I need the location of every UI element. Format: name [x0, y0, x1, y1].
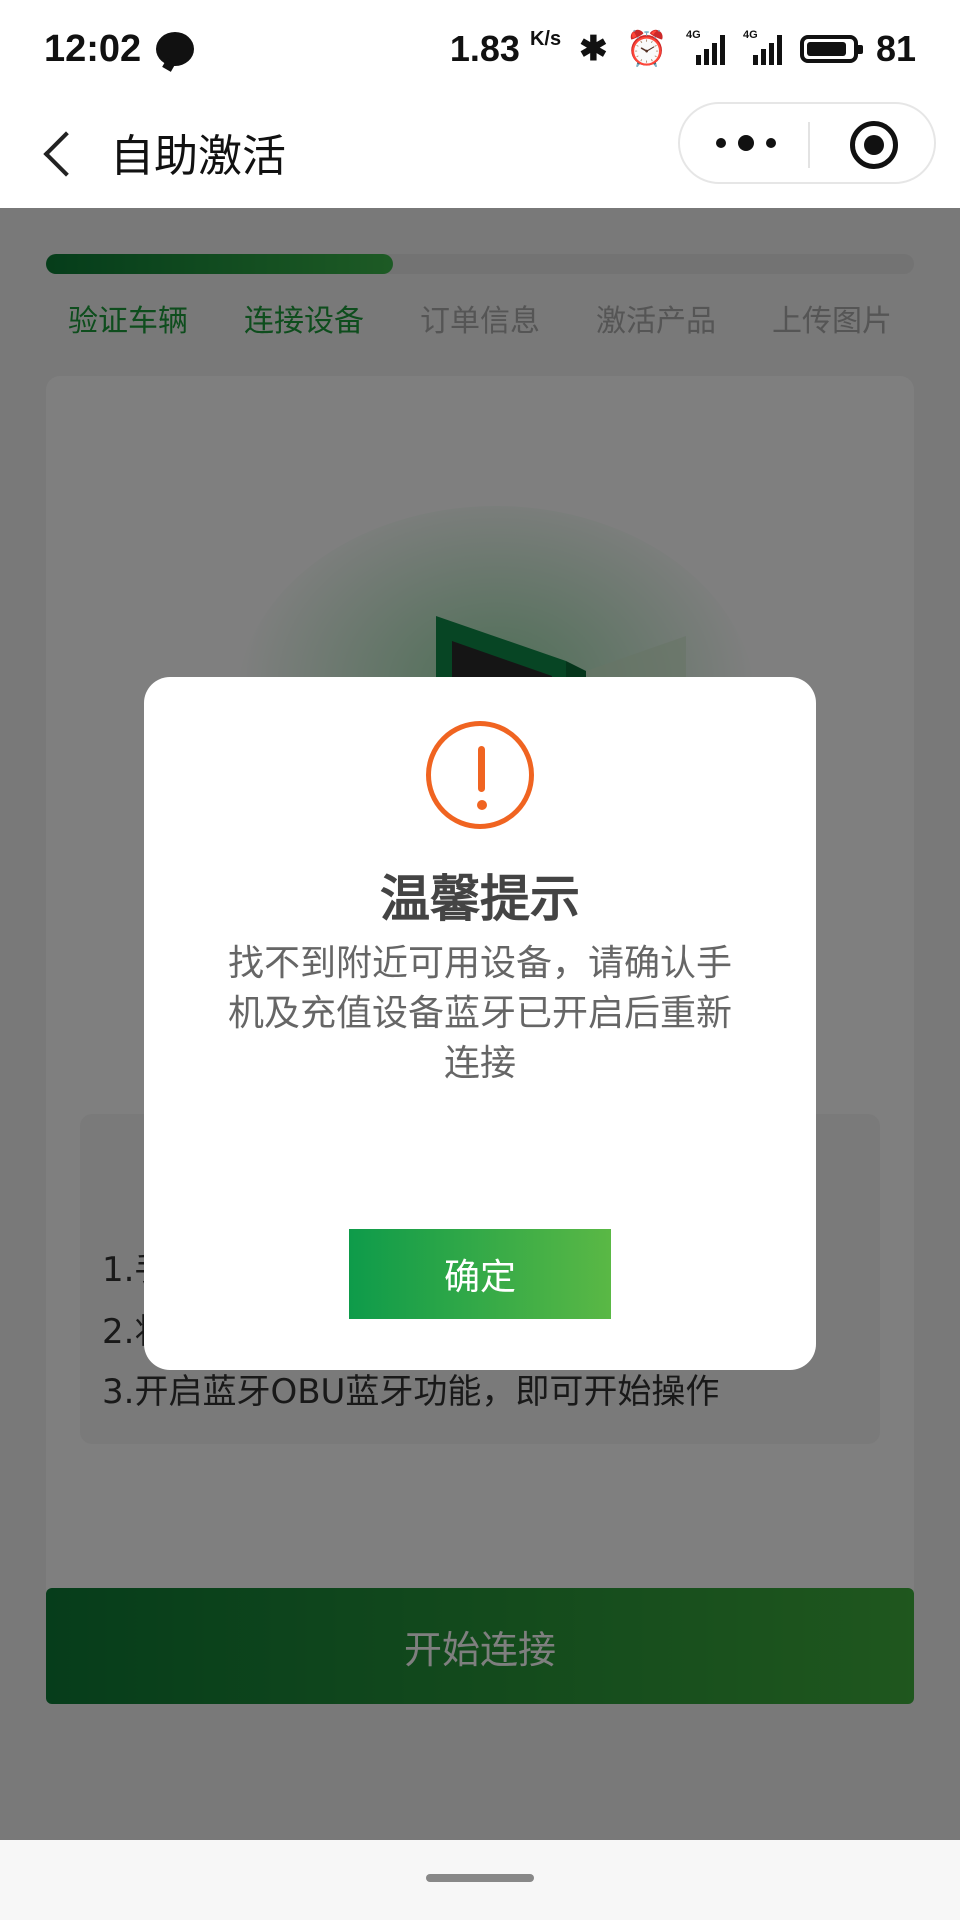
chat-notification-icon	[156, 32, 194, 66]
dialog-title: 温馨提示	[380, 870, 580, 928]
mini-program-capsule	[678, 102, 936, 184]
page-title: 自助激活	[110, 131, 286, 182]
battery-icon	[799, 35, 863, 63]
dialog-message: 找不到附近可用设备，请确认手机及充值设备蓝牙已开启后重新连接	[227, 943, 732, 1084]
system-navigation-bar	[0, 1840, 960, 1920]
battery-level: 81	[875, 28, 916, 69]
confirm-button[interactable]: 确定	[349, 1229, 611, 1319]
network-speed: 1.83 K/s	[449, 28, 562, 69]
home-indicator[interactable]	[426, 1874, 534, 1882]
warning-icon	[426, 721, 534, 829]
status-icons: 1.83 K/s ✱ ⏰ 4G 4G 81	[450, 28, 916, 70]
tip-dialog: 温馨提示 找不到附近可用设备，请确认手机及充值设备蓝牙已开启后重新连接 确定	[144, 677, 816, 1370]
close-circle-icon[interactable]	[850, 121, 898, 169]
status-time: 12:02	[44, 28, 142, 70]
back-arrow-icon[interactable]	[30, 124, 90, 184]
alarm-icon: ⏰	[625, 30, 668, 68]
capsule-divider	[808, 122, 810, 168]
signal-icon: 4G	[686, 29, 725, 65]
signal-icon: 4G	[743, 29, 782, 65]
bluetooth-icon: ✱	[579, 30, 608, 68]
status-bar: 12:02 1.83 K/s ✱ ⏰ 4G 4G 81	[0, 0, 960, 100]
more-dots-icon[interactable]	[716, 128, 776, 158]
